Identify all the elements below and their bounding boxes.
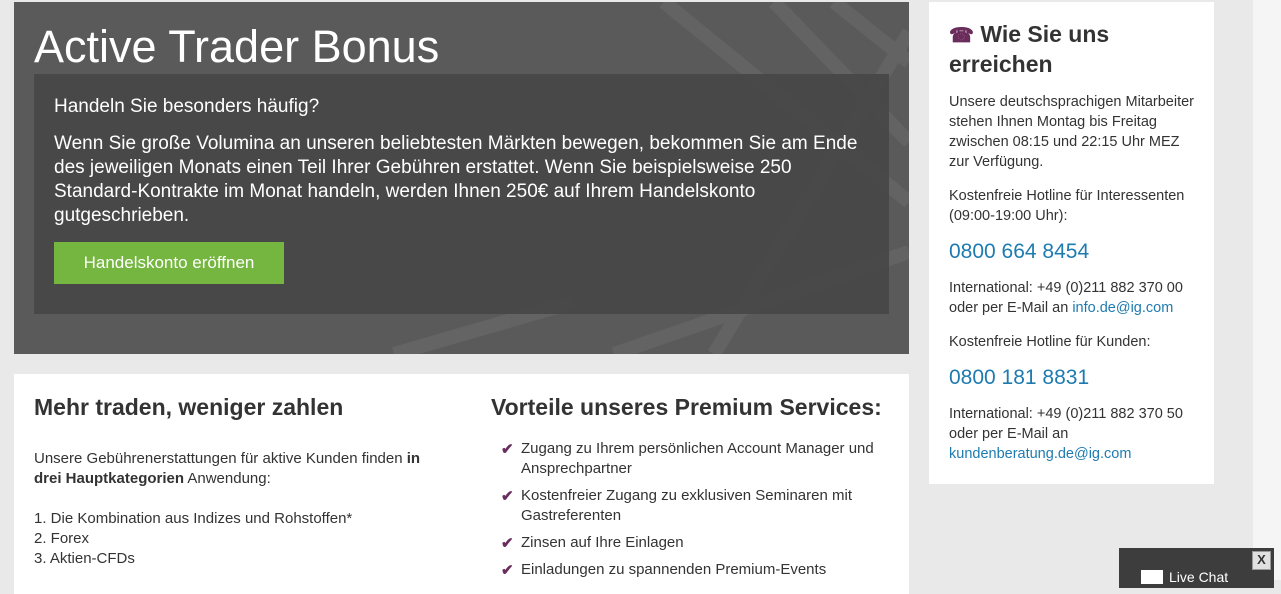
close-icon[interactable]: X bbox=[1252, 551, 1271, 570]
clients-email-link[interactable]: kundenberatung.de@ig.com bbox=[949, 446, 1131, 462]
section-heading-premium: Vorteile unseres Premium Services: bbox=[491, 394, 882, 420]
contact-heading: ☎ Wie Sie uns erreichen bbox=[949, 20, 1199, 78]
checkmark-icon: ✔ bbox=[501, 562, 514, 579]
section-heading-refunds: Mehr traden, weniger zahlen bbox=[34, 394, 344, 420]
list-item: ✔ Kostenfreier Zugang zu exklusiven Semin… bbox=[491, 486, 901, 526]
prospects-international: International: +49 (0)211 882 370 00 ode… bbox=[949, 278, 1199, 318]
list-item: ✔ Zinsen auf Ihre Einlagen bbox=[491, 533, 901, 553]
hero-description: Wenn Sie große Volumina an unseren belie… bbox=[54, 133, 858, 226]
premium-section: Vorteile unseres Premium Services: ✔ Zuga… bbox=[491, 394, 901, 587]
checkmark-icon: ✔ bbox=[501, 441, 514, 458]
list-item: ✔ Zugang zu Ihrem persönlichen Account Ma… bbox=[491, 439, 901, 479]
page-edge bbox=[1253, 0, 1281, 580]
benefit-list: ✔ Zugang zu Ihrem persönlichen Account Ma… bbox=[491, 439, 901, 580]
hero-info-box: Handeln Sie besonders häufig? Wenn Sie g… bbox=[34, 74, 889, 314]
category-list: 1. Die Kombination aus Indizes und Rohst… bbox=[34, 509, 444, 569]
checkmark-icon: ✔ bbox=[501, 488, 514, 505]
benefit-text: Zugang zu Ihrem persönlichen Account Man… bbox=[521, 440, 874, 477]
prospects-email-link[interactable]: info.de@ig.com bbox=[1072, 300, 1173, 316]
list-item: 2. Forex bbox=[34, 530, 90, 547]
contact-sidebar: ☎ Wie Sie uns erreichen Unsere deutschsp… bbox=[929, 2, 1214, 484]
clients-intl-text: International: +49 (0)211 882 370 50 ode… bbox=[949, 406, 1183, 442]
contact-details: Unsere deutschsprachigen Mitarbeiter ste… bbox=[949, 92, 1199, 478]
chat-bubble-icon bbox=[1141, 570, 1163, 584]
refund-intro: Unsere Gebührenerstattungen für aktive K… bbox=[34, 449, 444, 489]
benefit-text: Kostenfreier Zugang zu exklusiven Semina… bbox=[521, 487, 852, 524]
hero-banner: Active Trader Bonus Handeln Sie besonder… bbox=[14, 2, 909, 354]
checkmark-icon: ✔ bbox=[501, 535, 514, 552]
intro-text-end: Anwendung: bbox=[184, 470, 271, 487]
hero-title: Active Trader Bonus bbox=[34, 21, 440, 72]
support-hours: Unsere deutschsprachigen Mitarbeiter ste… bbox=[949, 94, 1195, 170]
open-trading-account-button[interactable]: Handelskonto eröffnen bbox=[54, 242, 284, 284]
phone-icon: ☎ bbox=[949, 25, 974, 47]
list-item: 1. Die Kombination aus Indizes und Rohst… bbox=[34, 510, 353, 527]
intro-text-start: Unsere Gebührenerstattungen für aktive K… bbox=[34, 450, 407, 467]
benefit-text: Einladungen zu spannenden Premium-Events bbox=[521, 561, 827, 578]
list-item: 3. Aktien-CFDs bbox=[34, 550, 135, 567]
live-chat-widget[interactable]: X Live Chat bbox=[1119, 548, 1274, 588]
contact-heading-text: Wie Sie uns erreichen bbox=[949, 21, 1110, 77]
hero-question: Handeln Sie besonders häufig? bbox=[54, 96, 320, 117]
live-chat-label: Live Chat bbox=[1169, 569, 1229, 585]
benefit-text: Zinsen auf Ihre Einlagen bbox=[521, 534, 684, 551]
content-panel: Mehr traden, weniger zahlen Unsere Gebüh… bbox=[14, 374, 909, 594]
clients-hotline-label: Kostenfreie Hotline für Kunden: bbox=[949, 334, 1151, 350]
prospects-phone[interactable]: 0800 664 8454 bbox=[949, 240, 1199, 264]
clients-phone[interactable]: 0800 181 8831 bbox=[949, 366, 1199, 390]
list-item: ✔ Einladungen zu spannenden Premium-Event… bbox=[491, 560, 901, 580]
refund-section: Mehr traden, weniger zahlen Unsere Gebüh… bbox=[34, 394, 444, 569]
prospects-hotline-label: Kostenfreie Hotline für Interessenten (0… bbox=[949, 188, 1185, 224]
clients-international: International: +49 (0)211 882 370 50 ode… bbox=[949, 404, 1199, 464]
